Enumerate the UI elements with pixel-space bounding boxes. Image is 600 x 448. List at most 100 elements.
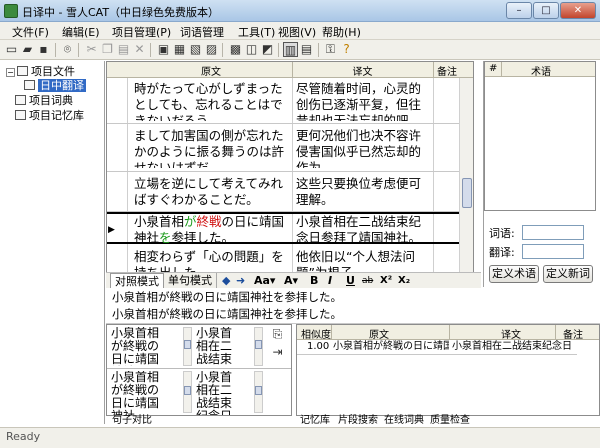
tree-item-zh-translation[interactable]: 日中翻译 <box>24 79 86 93</box>
target-cell[interactable]: 尽管随着时间，心灵的创伤已逐渐平复，但往昔却也无法忘却的吧。 <box>296 81 429 121</box>
previous-arrow-icon[interactable]: ◆ <box>222 274 230 288</box>
source-cell-current[interactable]: 小泉首相が終戦の日に靖国神社を参拝した。 <box>134 214 288 246</box>
translation-field[interactable] <box>522 244 584 259</box>
target-cell[interactable]: 他依旧以“个人想法问题”为根子 <box>296 249 429 272</box>
memory-column-note: 备注 <box>563 330 583 341</box>
underline-button[interactable]: U <box>346 274 355 288</box>
key-icon[interactable]: ⚿ <box>323 42 338 57</box>
tree-item-project-glossary[interactable]: 项目词典 <box>15 94 73 108</box>
memory-header: 相似度 原文 译文 备注 <box>297 325 599 341</box>
tab-online-dictionary[interactable]: 在线词典 <box>384 415 424 427</box>
superscript-button[interactable]: X² <box>380 274 392 288</box>
term-list[interactable]: # 术语 <box>484 61 596 211</box>
menu-help[interactable]: 帮助(H) <box>322 24 361 40</box>
save-icon[interactable]: ▪ <box>36 42 51 57</box>
memory-icon[interactable]: ▩ <box>228 42 243 57</box>
compare-source-bottom: 小泉首相が終戦の日に靖国神社 <box>111 371 160 415</box>
menu-file[interactable]: 文件(F) <box>12 24 49 40</box>
help-icon[interactable]: ? <box>339 42 354 57</box>
copy-icon[interactable]: ❐ <box>100 42 115 57</box>
tab-memory[interactable]: 记忆库 <box>300 415 330 427</box>
menu-project[interactable]: 项目管理(P) <box>112 24 171 40</box>
term-column-term: 术语 <box>531 67 551 78</box>
menu-edit[interactable]: 编辑(E) <box>62 24 100 40</box>
check-icon[interactable]: ◩ <box>260 42 275 57</box>
grid-row[interactable]: 立場を逆にして考えてみればすぐわかることだ。 这些只要换位考虑便可理解。 <box>107 172 459 212</box>
insert-icon[interactable]: ⇥ <box>270 345 285 360</box>
target-edit-line[interactable]: 小泉首相が終戦の日に靖国神社を参拝した。 <box>106 305 600 324</box>
minimize-button[interactable]: – <box>506 2 532 19</box>
export-icon[interactable]: ▦ <box>172 42 187 57</box>
grid-row[interactable]: まして加害国の側が忘れたかのように振る舞うのは許せないはずだ。 更何况他们也决不… <box>107 124 459 172</box>
collapse-icon[interactable]: − <box>6 68 15 77</box>
define-new-word-button[interactable]: 定义新词 <box>543 265 593 283</box>
menu-tools[interactable]: 工具(T) <box>238 24 275 40</box>
open-folder-icon[interactable]: ▰ <box>20 42 35 57</box>
compare-scrollbar[interactable] <box>183 327 192 366</box>
source-cell[interactable]: 相変わらず「心の問題」を持ち出した <box>134 249 288 272</box>
column-source[interactable]: 原文 <box>134 63 288 78</box>
status-bar <box>0 427 600 448</box>
translate-icon[interactable]: ▧ <box>188 42 203 57</box>
next-arrow-icon[interactable]: ➜ <box>236 274 245 288</box>
memory-row[interactable]: 1.00 小泉首相が終戦の日に靖国神 小泉首相在二战结束纪念日 <box>297 340 577 355</box>
layout-single-icon[interactable]: ▤ <box>299 42 314 57</box>
target-cell-current[interactable]: 小泉首相在二战结束纪念日参拜了靖国神社。 <box>296 214 429 246</box>
column-target[interactable]: 译文 <box>296 63 429 78</box>
grid-scrollbar[interactable] <box>459 78 473 272</box>
tab-quality-check[interactable]: 质量检查 <box>430 415 470 427</box>
term-column-number: # <box>489 63 498 74</box>
tree-item-project-files[interactable]: − 项目文件 <box>6 65 75 79</box>
compare-scrollbar[interactable] <box>254 371 263 413</box>
paste-icon[interactable]: ▤ <box>116 42 131 57</box>
strikethrough-button[interactable]: ab <box>362 274 373 288</box>
memory-column-similarity: 相似度 <box>301 330 331 341</box>
cut-icon[interactable]: ✂ <box>84 42 99 57</box>
target-cell[interactable]: 更何况他们也决不容许侵害国似乎已然忘却的作为。 <box>296 128 429 168</box>
word-field[interactable] <box>522 225 584 240</box>
compare-scrollbar[interactable] <box>254 327 263 366</box>
memory-column-target: 译文 <box>501 330 521 341</box>
subscript-button[interactable]: X₂ <box>398 274 410 288</box>
text-color-dropdown[interactable]: A▾ <box>284 274 298 288</box>
edit-toolbar: 对照模式 单句模式 ◆ ➜ Aa▾ A▾ B I U ab X² X₂ <box>106 272 481 289</box>
font-size-dropdown[interactable]: Aa▾ <box>254 274 275 288</box>
source-cell[interactable]: 立場を逆にして考えてみればすぐわかることだ。 <box>134 176 288 210</box>
close-button[interactable]: ✕ <box>560 2 596 19</box>
layout-compare-icon[interactable]: ▥ <box>283 42 298 57</box>
toolbar: ▭ ▰ ▪ ⌾ ✂ ❐ ▤ ✕ ▣ ▦ ▧ ▨ ▩ ◫ ◩ ▥ ▤ ⚿ ? <box>0 40 600 60</box>
grid-scroll-thumb[interactable] <box>462 178 472 208</box>
italic-button[interactable]: I <box>328 274 332 288</box>
source-cell[interactable]: 時がたって心がしずまったとしても、忘れることはできないだろう。 <box>134 81 288 121</box>
define-term-button[interactable]: 定义术语 <box>489 265 539 283</box>
document-icon <box>24 80 35 90</box>
binoculars-icon[interactable]: ⌾ <box>60 42 75 57</box>
delete-icon[interactable]: ✕ <box>132 42 147 57</box>
grid-row-current[interactable]: ▶ 小泉首相が終戦の日に靖国神社を参拝した。 小泉首相在二战结束纪念日参拜了靖国… <box>107 212 459 246</box>
import-icon[interactable]: ▣ <box>156 42 171 57</box>
tab-fragment-search[interactable]: 片段搜索 <box>338 415 378 427</box>
compare-scrollbar[interactable] <box>183 371 192 413</box>
bold-button[interactable]: B <box>310 274 318 288</box>
maximize-button[interactable]: □ <box>533 2 559 19</box>
tab-compare-mode[interactable]: 对照模式 <box>110 273 164 289</box>
translation-label: 翻译: <box>489 246 515 259</box>
grid-row[interactable]: 相変わらず「心の問題」を持ち出した 他依旧以“个人想法问题”为根子 <box>107 246 459 272</box>
project-tree: − 项目文件 日中翻译 项目词典 项目记忆库 <box>0 61 105 424</box>
preview-icon[interactable]: ▨ <box>204 42 219 57</box>
copy-to-target-icon[interactable]: ⎘ <box>270 327 285 342</box>
new-file-icon[interactable]: ▭ <box>4 42 19 57</box>
source-cell[interactable]: まして加害国の側が忘れたかのように振る舞うのは許せないはずだ。 <box>134 128 288 168</box>
grid-row[interactable]: 時がたって心がしずまったとしても、忘れることはできないだろう。 尽管随着时间，心… <box>107 78 459 124</box>
menu-terms[interactable]: 词语管理 <box>180 24 224 40</box>
memory-column-source: 原文 <box>369 330 389 341</box>
memory-source: 小泉首相が終戦の日に靖国神 <box>333 341 449 352</box>
menu-view[interactable]: 视图(V) <box>278 24 316 40</box>
target-cell[interactable]: 这些只要换位考虑便可理解。 <box>296 176 429 210</box>
current-row-pointer-icon: ▶ <box>108 225 115 235</box>
tab-sentence-compare[interactable]: 句子对比 <box>112 415 152 427</box>
tab-single-mode[interactable]: 单句模式 <box>164 273 217 289</box>
column-note[interactable]: 备注 <box>435 63 459 78</box>
glossary-icon[interactable]: ◫ <box>244 42 259 57</box>
tree-item-project-memory[interactable]: 项目记忆库 <box>15 109 84 123</box>
